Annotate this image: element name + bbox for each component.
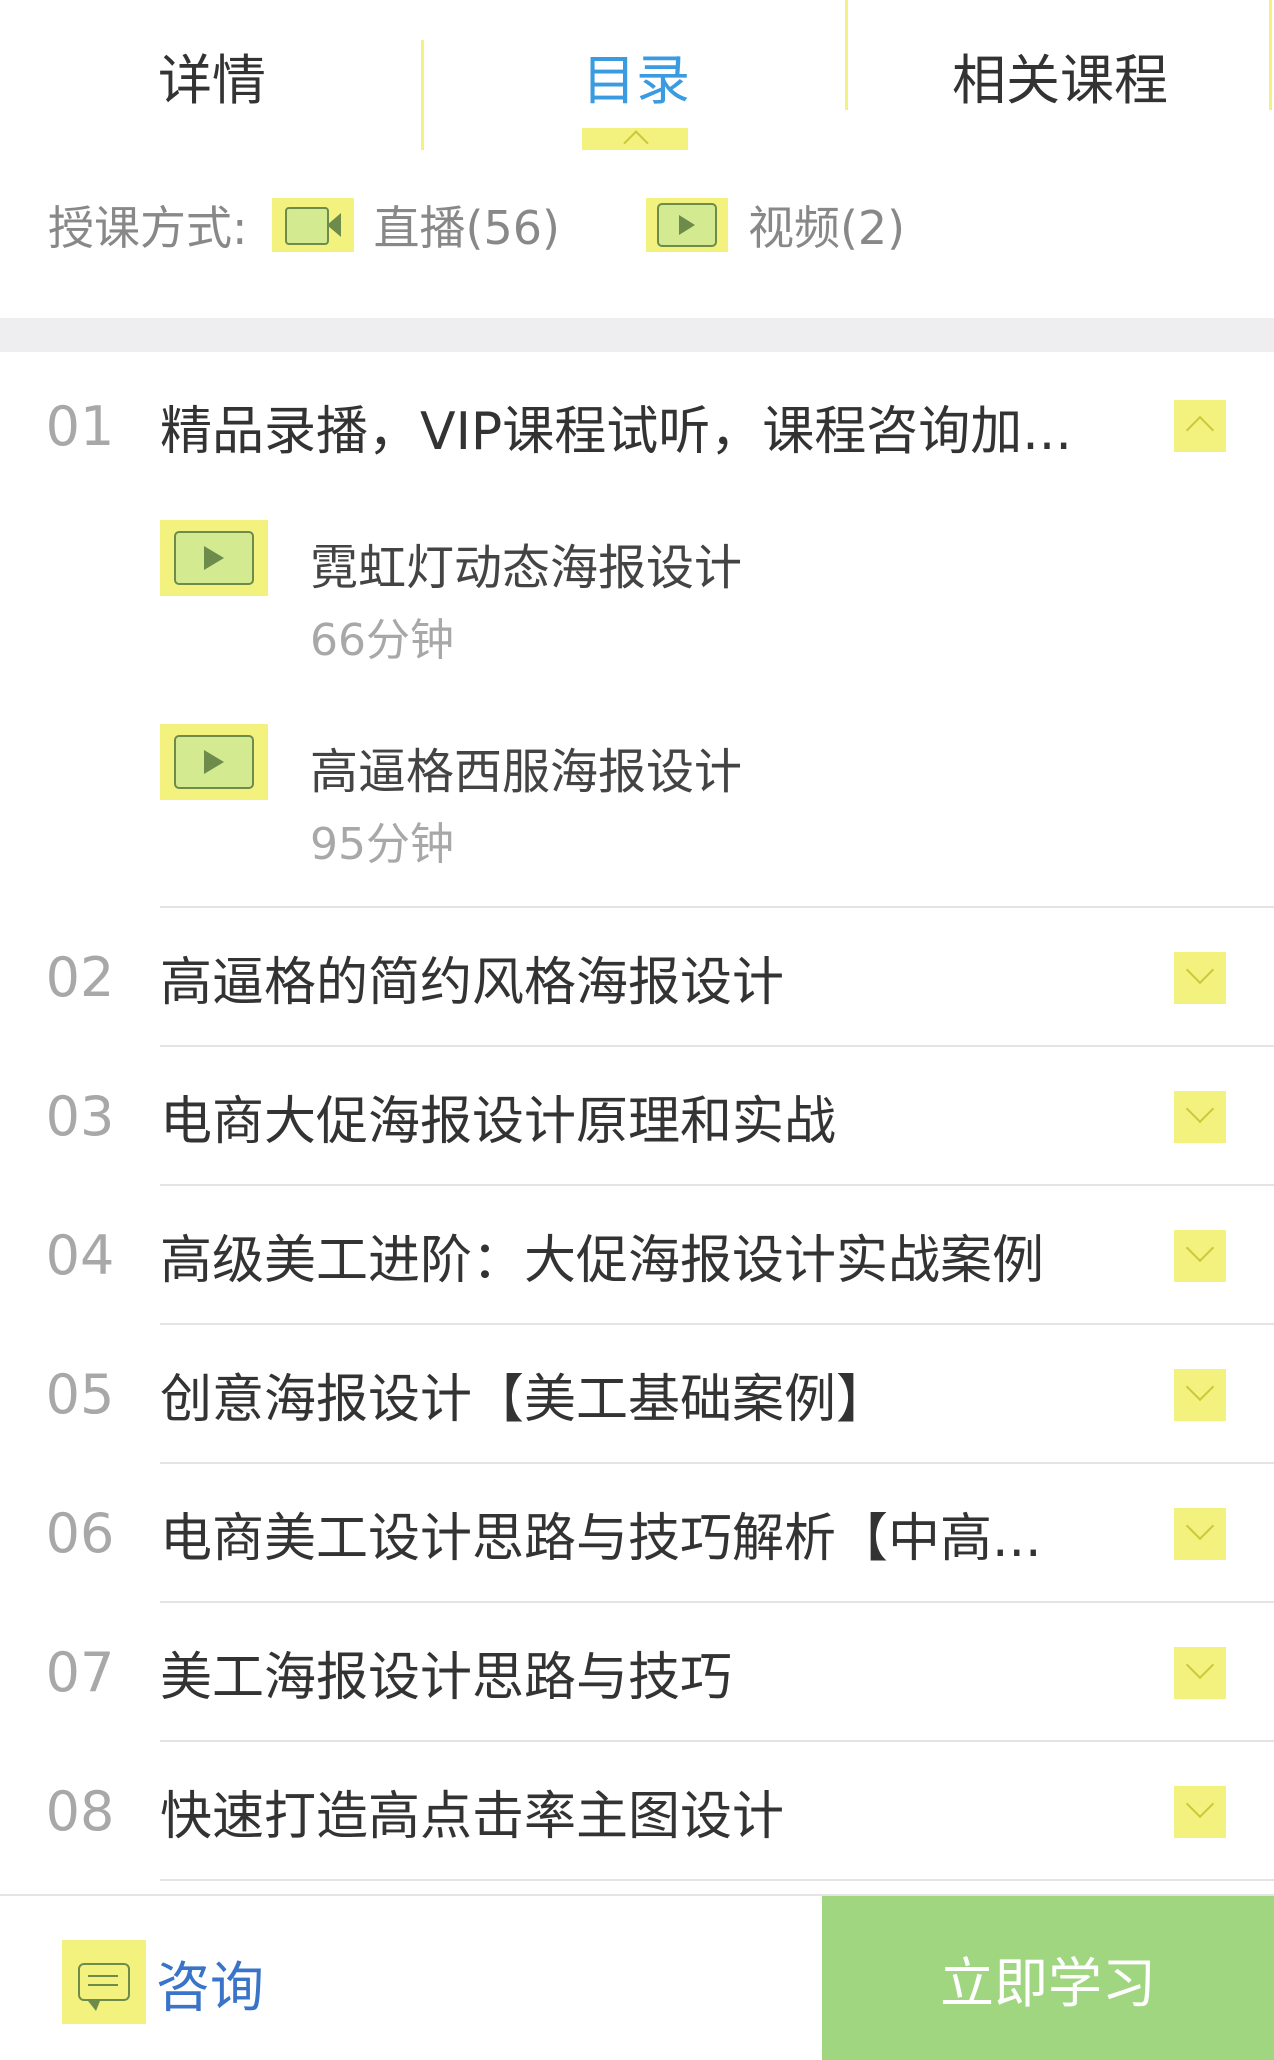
chevron-down-icon[interactable] [1174, 951, 1226, 1004]
chapter-title: 高逼格的简约风格海报设计 [160, 953, 785, 1013]
play-icon [160, 520, 268, 596]
chapter-item[interactable]: 04 高级美工进阶：大促海报设计实战案例 [0, 1186, 1274, 1325]
lesson-item[interactable]: 霓虹灯动态海报设计 66分钟 [0, 500, 1274, 704]
lesson-item[interactable]: 高逼格西服海报设计 95分钟 [0, 704, 1274, 908]
chapter-title: 高级美工进阶：大促海报设计实战案例 [160, 1231, 1045, 1291]
tab-divider [1269, 0, 1272, 110]
chapter-item[interactable]: 08 快速打造高点击率主图设计 [0, 1742, 1274, 1881]
chapter-title: 美工海报设计思路与技巧 [160, 1648, 733, 1708]
chapter-number: 07 [45, 1641, 115, 1704]
tab-related-label: 相关课程 [952, 48, 1168, 112]
chapter-item[interactable]: 06 电商美工设计思路与技巧解析【中高... [0, 1464, 1274, 1603]
chapter-item[interactable]: 02 高逼格的简约风格海报设计 [0, 908, 1274, 1047]
chevron-down-icon[interactable] [1174, 1646, 1226, 1699]
chapter-number: 08 [45, 1780, 115, 1843]
chevron-down-icon[interactable] [1174, 1507, 1226, 1560]
chapter-number: 04 [45, 1224, 115, 1287]
lesson-title: 霓虹灯动态海报设计 [310, 540, 743, 596]
chapter-title: 精品录播，VIP课程试听，课程咨询加... [160, 401, 1072, 462]
tab-catalog-label: 目录 [582, 48, 690, 112]
video-camera-icon [271, 198, 354, 252]
chapter-item[interactable]: 01 精品录播，VIP课程试听，课程咨询加... [0, 352, 1274, 500]
bottom-action-bar: 咨询 立即学习 [0, 1894, 1274, 2060]
live-count: 直播(56) [373, 201, 560, 255]
chapter-number: 01 [45, 394, 115, 458]
chapter-number: 06 [45, 1502, 115, 1565]
chapter-title: 快速打造高点击率主图设计 [160, 1787, 785, 1847]
section-separator [0, 318, 1274, 352]
chevron-up-icon[interactable] [1174, 400, 1226, 452]
lesson-list: 霓虹灯动态海报设计 66分钟 高逼格西服海报设计 95分钟 [0, 500, 1274, 908]
tab-related-courses[interactable]: 相关课程 [848, 0, 1272, 150]
chapter-list: 01 精品录播，VIP课程试听，课程咨询加... 霓虹灯动态海报设计 66分钟 … [0, 352, 1274, 1881]
start-learning-button[interactable]: 立即学习 [822, 1896, 1274, 2060]
lesson-duration: 95分钟 [310, 819, 454, 870]
chapter-title: 电商美工设计思路与技巧解析【中高... [160, 1509, 1042, 1569]
video-count: 视频(2) [747, 201, 906, 255]
active-tab-indicator [582, 128, 688, 150]
chat-bubble-icon [62, 1940, 146, 2024]
tab-details[interactable]: 详情 [0, 0, 424, 150]
teaching-mode-row: 授课方式: 直播(56) 视频(2) [0, 160, 1274, 290]
chapter-number: 02 [45, 946, 115, 1009]
chevron-down-icon[interactable] [1174, 1229, 1226, 1282]
divider [160, 1879, 1274, 1881]
tab-bar: 详情 目录 相关课程 [0, 0, 1274, 150]
chapter-title: 电商大促海报设计原理和实战 [160, 1092, 837, 1152]
chevron-down-icon[interactable] [1174, 1090, 1226, 1143]
lesson-title: 高逼格西服海报设计 [310, 744, 743, 800]
chapter-title: 创意海报设计【美工基础案例】 [160, 1370, 889, 1430]
play-icon [160, 724, 268, 800]
chapter-item[interactable]: 07 美工海报设计思路与技巧 [0, 1603, 1274, 1742]
chapter-item[interactable]: 03 电商大促海报设计原理和实战 [0, 1047, 1274, 1186]
tab-catalog[interactable]: 目录 [424, 0, 848, 150]
consult-button[interactable]: 咨询 [62, 1940, 264, 2024]
chevron-down-icon[interactable] [1174, 1785, 1226, 1838]
teaching-mode-label: 授课方式: [48, 201, 248, 255]
chapter-number: 03 [45, 1085, 115, 1148]
chapter-item[interactable]: 05 创意海报设计【美工基础案例】 [0, 1325, 1274, 1464]
lesson-duration: 66分钟 [310, 615, 454, 666]
chevron-down-icon[interactable] [1174, 1368, 1226, 1421]
play-icon [645, 198, 728, 252]
consult-label: 咨询 [156, 1955, 264, 2019]
tab-details-label: 详情 [158, 48, 266, 112]
chapter-number: 05 [45, 1363, 115, 1426]
